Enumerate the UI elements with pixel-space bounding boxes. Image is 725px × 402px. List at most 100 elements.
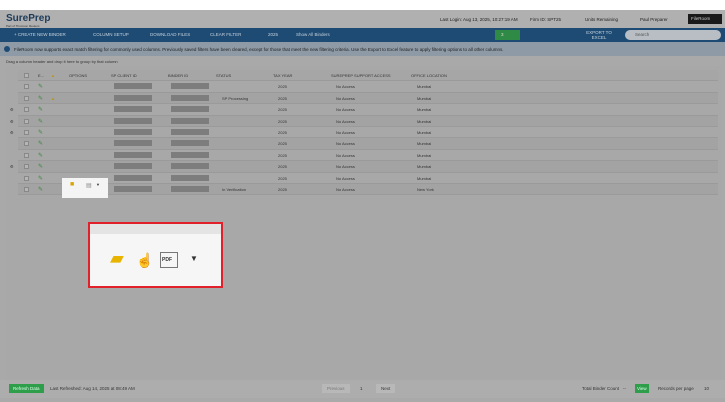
tax-year-cell: 2025: [278, 164, 287, 170]
table-row[interactable]: ✎ ▲ SP Processing 2025 No Access Mumbai: [18, 92, 718, 105]
app: SurePrep Part of Thomson Reuters Last Log…: [0, 10, 725, 402]
folder-icon[interactable]: ■: [70, 181, 74, 188]
access-cell: No Access: [336, 141, 355, 147]
next-button[interactable]: Next: [376, 384, 396, 393]
row-checkbox[interactable]: [24, 175, 29, 181]
per-page-label: Records per page: [658, 386, 694, 391]
status-cell: In Verification: [222, 187, 247, 192]
edit-icon[interactable]: ✎: [38, 186, 43, 193]
row-checkbox[interactable]: [24, 84, 29, 90]
redacted-binder-id: [171, 186, 209, 192]
access-cell: No Access: [336, 95, 355, 101]
row-checkbox[interactable]: [24, 118, 29, 124]
edit-icon[interactable]: ✎: [38, 140, 43, 147]
redacted-client-id: [114, 83, 152, 90]
download-files-button[interactable]: DOWNLOAD FILES: [150, 32, 190, 37]
gear-icon[interactable]: ⚙: [10, 164, 14, 169]
redacted-binder-id: [171, 140, 209, 147]
row-checkbox[interactable]: [24, 187, 29, 192]
per-page-select[interactable]: 10: [704, 386, 709, 391]
search-input[interactable]: Search: [625, 30, 721, 40]
edit-icon[interactable]: ✎: [38, 129, 43, 136]
redacted-binder-id: [171, 106, 209, 113]
gear-icon[interactable]: ⚙: [10, 130, 14, 135]
alerts-badge[interactable]: 3: [495, 30, 520, 40]
gear-icon[interactable]: ⚙: [10, 119, 14, 124]
col-e[interactable]: E...: [38, 73, 44, 78]
edit-icon[interactable]: ✎: [38, 106, 43, 113]
access-cell: No Access: [336, 107, 355, 113]
show-binders-select[interactable]: Show All Binders: [296, 32, 330, 37]
redacted-client-id: [114, 163, 152, 170]
row-checkbox[interactable]: [24, 164, 29, 170]
edit-icon[interactable]: ✎: [38, 118, 43, 125]
year-select[interactable]: 2025: [268, 32, 278, 37]
row-checkbox[interactable]: [24, 107, 29, 113]
pdf-icon[interactable]: ▤: [86, 182, 92, 189]
row-checkbox[interactable]: [24, 141, 29, 147]
table-row[interactable]: ⚙ ✎ 2025 No Access Mumbai: [10, 127, 718, 139]
edit-icon[interactable]: ✎: [38, 152, 43, 159]
col-status[interactable]: STATUS: [216, 73, 231, 78]
page-number[interactable]: 1: [360, 386, 363, 391]
col-office-location[interactable]: OFFICE LOCATION: [411, 73, 447, 78]
row-checkbox[interactable]: [24, 130, 29, 135]
redacted-binder-id: [171, 174, 209, 181]
tax-year-cell: 2025: [278, 84, 287, 90]
cursor-hand-icon: ☝: [136, 252, 154, 268]
col-support-access[interactable]: SUREPREP SUPPORT ACCESS: [331, 73, 391, 78]
table-row[interactable]: ⚙ ✎ 2025 No Access Mumbai: [10, 104, 718, 116]
office-cell: Mumbai: [417, 84, 432, 90]
row-checkbox[interactable]: [24, 152, 29, 158]
table-row[interactable]: ⚙ ✎ 2025 No Access Mumbai: [10, 115, 718, 127]
gear-icon[interactable]: ⚙: [10, 107, 14, 112]
folder-add-icon[interactable]: ▰: [110, 248, 124, 269]
table-row[interactable]: ✎ 2025 No Access Mumbai: [18, 150, 718, 162]
redacted-client-id: [114, 151, 152, 158]
pdf-icon[interactable]: PDF: [160, 252, 178, 268]
total-count-value: --: [623, 386, 626, 391]
toolbar: + CREATE NEW BINDER COLUMN SETUP DOWNLOA…: [0, 28, 725, 42]
office-cell: Mumbai: [417, 141, 432, 147]
office-cell: Mumbai: [417, 107, 432, 113]
col-tax-year[interactable]: TAX YEAR: [273, 73, 292, 78]
export-excel-button[interactable]: EXPORT TO EXCEL: [585, 30, 613, 40]
clear-filter-button[interactable]: CLEAR FILTER: [210, 32, 241, 37]
office-cell: Mumbai: [417, 152, 432, 158]
refresh-data-button[interactable]: Refresh Data: [9, 384, 44, 393]
row-checkbox[interactable]: [24, 95, 29, 101]
view-count-button[interactable]: View: [635, 384, 649, 393]
edit-icon[interactable]: ✎: [38, 163, 43, 170]
redacted-client-id: [114, 140, 152, 147]
prev-button[interactable]: Previous: [322, 384, 350, 393]
units-remaining[interactable]: Units Remaining: [585, 17, 618, 22]
group-hint: Drag a column header and drop it here to…: [6, 59, 118, 64]
table-row[interactable]: ⚙ ✎ 2025 No Access Mumbai: [10, 161, 718, 173]
redacted-binder-id: [171, 83, 209, 90]
tax-year-cell: 2025: [278, 118, 287, 124]
table-row[interactable]: ✎ 2025 No Access Mumbai: [18, 81, 718, 93]
logo[interactable]: SurePrep Part of Thomson Reuters: [6, 13, 50, 28]
col-sp-client-id[interactable]: SP CLIENT ID: [111, 73, 137, 78]
tax-year-cell: 2025: [278, 141, 287, 147]
redacted-client-id: [114, 174, 152, 181]
table-row[interactable]: ✎ In Verification 2025 No Access New York: [18, 184, 718, 196]
access-cell: No Access: [336, 84, 355, 90]
create-binder-button[interactable]: + CREATE NEW BINDER: [14, 32, 66, 37]
access-cell: No Access: [336, 130, 355, 135]
dropdown-icon[interactable]: ▼: [190, 254, 198, 263]
table-row[interactable]: ✎ 2025 No Access Mumbai: [18, 138, 718, 150]
edit-icon[interactable]: ✎: [38, 175, 43, 182]
col-options[interactable]: OPTIONS: [69, 73, 87, 78]
app-select[interactable]: FileRoom: [688, 14, 722, 24]
edit-icon[interactable]: ✎: [38, 83, 43, 90]
redacted-client-id: [114, 186, 152, 192]
user-menu[interactable]: Paul Preparer: [640, 17, 668, 22]
select-all-checkbox[interactable]: [24, 73, 29, 78]
column-setup-button[interactable]: COLUMN SETUP: [93, 32, 129, 37]
table-row[interactable]: ✎ 2025 No Access Mumbai: [18, 173, 718, 184]
col-binder-id[interactable]: BINDER ID: [168, 73, 188, 78]
dropdown-icon[interactable]: ▼: [96, 182, 100, 187]
office-cell: Mumbai: [417, 130, 432, 135]
edit-icon[interactable]: ✎: [38, 95, 43, 102]
